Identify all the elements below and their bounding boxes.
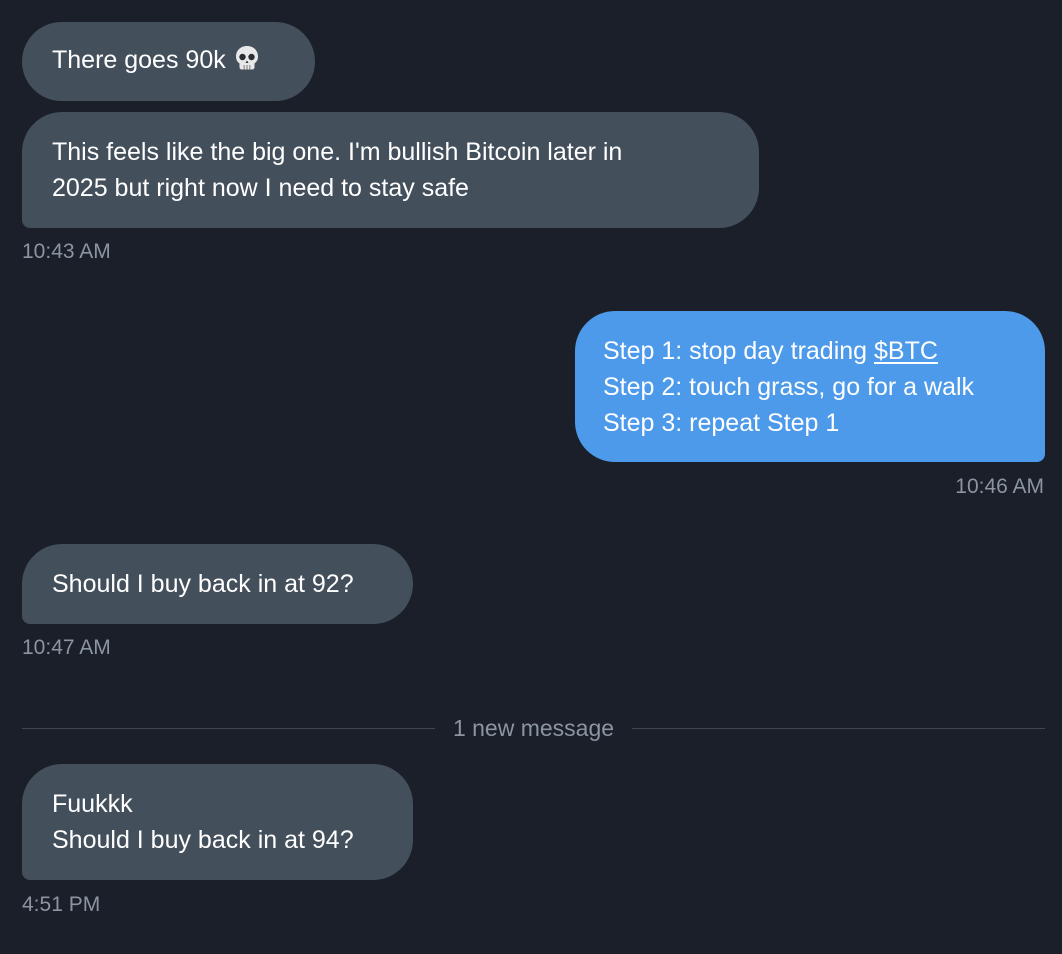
message-line: 2025 but right now I need to stay safe xyxy=(52,174,469,202)
message-text: Step 1: stop day trading xyxy=(603,337,875,365)
divider-rule xyxy=(632,727,1045,729)
message-line: Step 2: touch grass, go for a walk xyxy=(603,373,975,401)
divider-label: 1 new message xyxy=(452,714,615,741)
new-message-divider: 1 new message xyxy=(22,712,1045,744)
message-line: Fuukkk xyxy=(52,790,133,818)
message-bubble-outgoing[interactable]: Step 1: stop day trading $BTC Step 2: to… xyxy=(575,311,1045,462)
skull-icon xyxy=(232,43,262,83)
message-line: This feels like the big one. I'm bullish… xyxy=(52,138,623,166)
timestamp: 10:47 AM xyxy=(22,636,111,659)
message-bubble-incoming[interactable]: This feels like the big one. I'm bullish… xyxy=(22,112,759,228)
message-line: Step 1: stop day trading $BTC xyxy=(603,333,1017,369)
message-line: Step 3: repeat Step 1 xyxy=(603,409,840,437)
message-bubble-incoming[interactable]: There goes 90k xyxy=(22,22,315,101)
message-line: Should I buy back in at 94? xyxy=(52,826,354,854)
message-bubble-incoming[interactable]: Should I buy back in at 92? xyxy=(22,544,413,624)
cashtag-link[interactable]: $BTC xyxy=(874,337,938,365)
timestamp: 4:51 PM xyxy=(22,893,101,916)
timestamp: 10:43 AM xyxy=(22,240,111,263)
message-line: Should I buy back in at 92? xyxy=(52,570,354,598)
message-text: There goes 90k xyxy=(52,42,285,83)
divider-rule xyxy=(22,727,435,729)
message-bubble-incoming[interactable]: Fuukkk Should I buy back in at 94? xyxy=(22,764,413,880)
timestamp: 10:46 AM xyxy=(955,475,1044,498)
message-line: There goes 90k xyxy=(52,46,226,74)
